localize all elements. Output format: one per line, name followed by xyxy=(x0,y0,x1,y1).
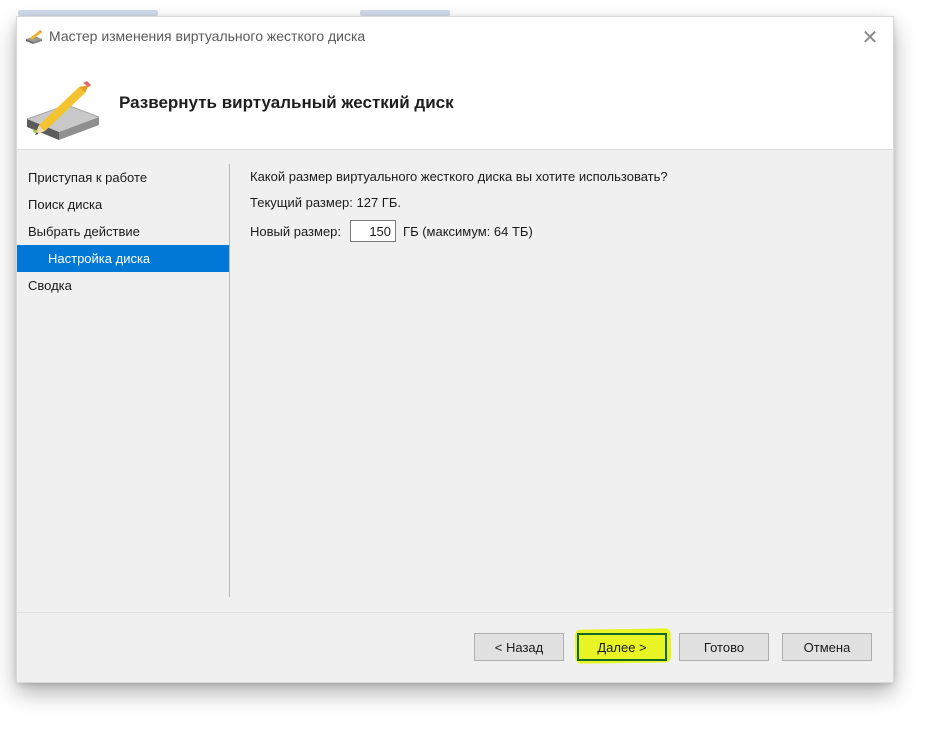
back-button[interactable]: < Назад xyxy=(474,633,564,661)
background-text-blur xyxy=(18,10,158,16)
finish-button[interactable]: Готово xyxy=(679,633,769,661)
new-size-row: Новый размер: ГБ (максимум: 64 ТБ) xyxy=(250,219,880,243)
next-button[interactable]: Далее > xyxy=(577,633,667,661)
sidebar-item-locate-disk[interactable]: Поиск диска xyxy=(17,191,229,218)
close-button[interactable]: ✕ xyxy=(847,17,893,57)
disk-size-panel: Какой размер виртуального жесткого диска… xyxy=(250,169,880,243)
cancel-button[interactable]: Отмена xyxy=(782,633,872,661)
footer-separator xyxy=(17,612,893,613)
disk-pencil-icon xyxy=(26,81,100,140)
sidebar-item-summary[interactable]: Сводка xyxy=(17,272,229,299)
window-title: Мастер изменения виртуального жесткого д… xyxy=(49,28,366,44)
sidebar-item-configure-disk[interactable]: Настройка диска xyxy=(17,245,229,272)
title-bar[interactable]: Мастер изменения виртуального жесткого д… xyxy=(17,17,893,57)
size-question: Какой размер виртуального жесткого диска… xyxy=(250,169,668,184)
sidebar-divider xyxy=(229,164,230,597)
close-icon: ✕ xyxy=(861,26,879,49)
page-title: Развернуть виртуальный жесткий диск xyxy=(119,93,454,112)
sidebar-item-getting-started[interactable]: Приступая к работе xyxy=(17,164,229,191)
disk-wizard-icon xyxy=(26,30,42,44)
current-size-text: Текущий размер: 127 ГБ. xyxy=(250,195,401,210)
new-size-label: Новый размер: xyxy=(250,223,342,239)
wizard-window: Мастер изменения виртуального жесткого д… xyxy=(17,17,893,682)
background-text-blur xyxy=(360,10,450,16)
background-window-strip xyxy=(0,0,942,16)
sidebar-item-choose-action[interactable]: Выбрать действие xyxy=(17,218,229,245)
wizard-header: Развернуть виртуальный жесткий диск xyxy=(17,57,893,150)
new-size-input[interactable] xyxy=(350,220,397,242)
new-size-unit-text: ГБ (максимум: 64 ТБ) xyxy=(403,223,533,239)
wizard-steps-sidebar: Приступая к работе Поиск диска Выбрать д… xyxy=(17,164,229,299)
